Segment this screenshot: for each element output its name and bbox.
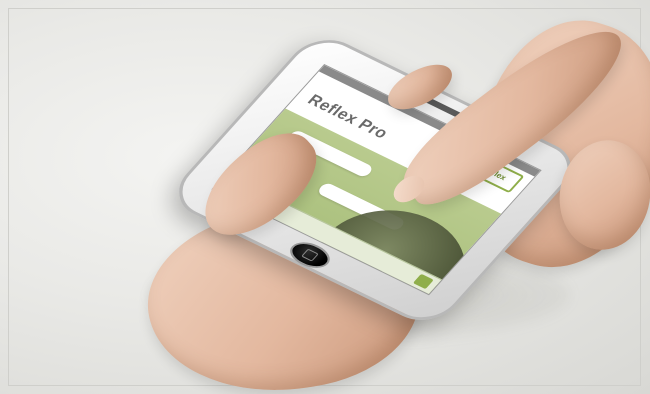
photo-scene: reflex Reflex Pro <box>0 0 650 394</box>
send-icon <box>412 273 434 290</box>
home-square-icon <box>301 248 319 262</box>
